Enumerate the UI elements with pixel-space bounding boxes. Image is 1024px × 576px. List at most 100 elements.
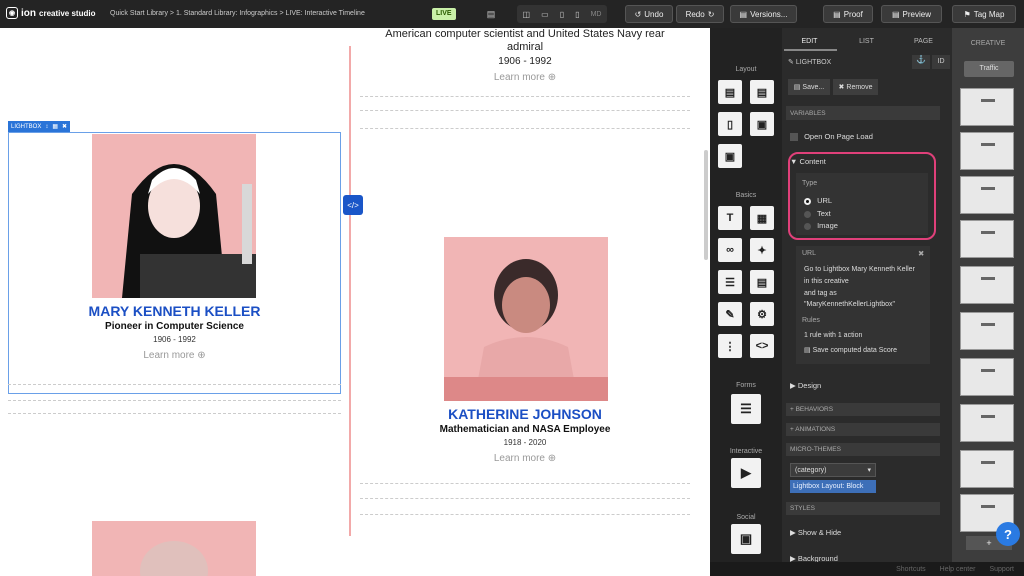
undo-icon: ↺ (634, 9, 642, 19)
rules-save-action[interactable]: ▤ Save computed data Score (804, 346, 897, 354)
redo-button[interactable]: Redo ↻ (676, 5, 724, 23)
code-icon[interactable]: <> (750, 334, 774, 358)
video-play-icon[interactable]: ▶ (731, 458, 761, 488)
microtheme-tag[interactable]: Lightbox Layout: Block (790, 480, 876, 493)
page-thumbnail[interactable] (960, 176, 1014, 214)
settings-icon[interactable]: ▦ (52, 123, 58, 130)
show-hide-label: Show & Hide (797, 528, 842, 537)
open-on-load-checkbox[interactable]: Open On Page Load (790, 132, 873, 142)
preview-icon: ▤ (891, 9, 900, 19)
phone-icon[interactable]: ▯ (575, 10, 579, 19)
creative-tab[interactable]: CREATIVE (952, 40, 1024, 47)
app-logo[interactable]: ◉ ion creative studio (6, 7, 95, 19)
editor-canvas[interactable]: American computer scientist and United S… (0, 28, 700, 576)
page-thumbnail[interactable] (960, 312, 1014, 350)
trash-icon[interactable]: ✖ (62, 123, 67, 130)
active-tab-indicator (784, 49, 837, 51)
design-section-toggle[interactable]: ▶ Design (790, 381, 821, 390)
behaviors-section-header[interactable]: + BEHAVIORS (786, 403, 940, 416)
move-icon[interactable]: ↕ (45, 124, 48, 130)
editor-side-panel: Layout ▤ ▤ ▯ ▣ ▣ Basics T ▦ ∞ ✦ ☰ ▤ ✎ ⚙ … (710, 28, 1024, 576)
mary-keller-photo (92, 134, 256, 298)
drop-zone-divider (8, 384, 341, 385)
rows-layout-icon[interactable]: ▤ (750, 80, 774, 104)
lightbox-layout-icon[interactable]: ▣ (718, 144, 742, 168)
remove-button[interactable]: ✖ Remove (833, 79, 878, 95)
id-button[interactable]: ID (932, 55, 950, 69)
styles-section-header[interactable]: STYLES (786, 502, 940, 515)
code-toggle-button[interactable]: </> (343, 195, 363, 215)
tablet-icon[interactable]: ▯ (560, 10, 564, 19)
katherine-johnson-learn-more[interactable]: Learn more ⊕ (360, 453, 690, 464)
canvas-scrollbar[interactable] (704, 150, 708, 260)
traffic-button[interactable]: Traffic (964, 61, 1014, 77)
link-icon[interactable]: ∞ (718, 238, 742, 262)
page-settings-icon[interactable]: ▤ (483, 6, 499, 22)
social-chat-icon[interactable]: ▣ (731, 524, 761, 554)
category-select[interactable]: (category) ▾ (790, 463, 876, 477)
top-entry-learn-more[interactable]: Learn more ⊕ (360, 72, 690, 83)
pencil-icon: ✎ (788, 59, 794, 66)
divider-icon[interactable]: ▤ (750, 270, 774, 294)
animations-section-header[interactable]: + ANIMATIONS (786, 423, 940, 436)
widget-settings-icon[interactable]: ⚙ (750, 302, 774, 326)
columns-layout-icon[interactable]: ▯ (718, 112, 742, 136)
breadcrumb[interactable]: Quick Start Library > 1. Standard Librar… (110, 10, 365, 17)
versions-button[interactable]: ▤ Versions... (730, 5, 797, 23)
support-link[interactable]: Support (989, 566, 1014, 573)
microthemes-section-header[interactable]: MICRO-THEMES (786, 443, 940, 456)
top-entry-text: American computer scientist and United S… (360, 28, 690, 83)
page-thumbnail[interactable] (960, 132, 1014, 170)
list-icon[interactable]: ☰ (718, 270, 742, 294)
lightbox-element-tag[interactable]: LIGHTBOX ↕ ▦ ✖ (8, 121, 71, 132)
placeholder-icon[interactable]: ⋮ (718, 334, 742, 358)
embed-icon[interactable]: ✎ (718, 302, 742, 326)
page-thumbnail[interactable] (960, 358, 1014, 396)
image-icon[interactable]: ▦ (750, 206, 774, 230)
anchor-icon[interactable]: ⚓ (912, 55, 930, 69)
rules-save-label: Save computed data Score (812, 347, 898, 354)
text-icon[interactable]: T (718, 206, 742, 230)
page-layout-icon[interactable]: ▤ (718, 80, 742, 104)
container-layout-icon[interactable]: ▣ (750, 112, 774, 136)
drop-zone-divider (360, 498, 690, 499)
element-toolbox: Layout ▤ ▤ ▯ ▣ ▣ Basics T ▦ ∞ ✦ ☰ ▤ ✎ ⚙ … (710, 28, 782, 576)
lightbox-tag-label: LIGHTBOX (11, 123, 42, 130)
mary-keller-learn-more[interactable]: Learn more ⊕ (8, 350, 341, 361)
page-thumbnail[interactable] (960, 404, 1014, 442)
top-entry-desc-line2: admiral (506, 41, 544, 53)
preview-button[interactable]: ▤ Preview (881, 5, 942, 23)
undo-button[interactable]: ↺ Undo (625, 5, 673, 23)
page-thumbnail[interactable] (960, 266, 1014, 304)
desktop-icon[interactable]: ◫ (523, 10, 531, 19)
save-button[interactable]: ▤ Save... (788, 79, 830, 95)
tab-page[interactable]: PAGE (896, 38, 951, 45)
show-hide-toggle[interactable]: ▶ Show & Hide (790, 528, 841, 537)
rules-desc[interactable]: 1 rule with 1 action (804, 332, 862, 339)
help-center-link[interactable]: Help center (940, 566, 976, 573)
page-thumbnail[interactable] (960, 220, 1014, 258)
portrait-illustration (444, 237, 608, 401)
tag-map-button[interactable]: ⚑ Tag Map (952, 5, 1016, 23)
url-desc-line3: and tag as (804, 290, 837, 297)
tab-list[interactable]: LIST (839, 38, 894, 45)
form-icon[interactable]: ☰ (731, 394, 761, 424)
tab-edit[interactable]: EDIT (782, 38, 837, 45)
proof-button[interactable]: ▤ Proof (823, 5, 873, 23)
drop-zone-divider (360, 110, 690, 111)
device-size-label[interactable]: MD (591, 11, 602, 18)
page-thumbnail[interactable] (960, 450, 1014, 488)
element-title: ✎ LIGHTBOX (788, 58, 831, 66)
mary-keller-name: MARY KENNETH KELLER (88, 303, 261, 319)
laptop-icon[interactable]: ▭ (541, 10, 549, 19)
top-entry-desc-line1: American computer scientist and United S… (385, 28, 665, 40)
help-button[interactable]: ? (996, 522, 1020, 546)
shortcuts-link[interactable]: Shortcuts (896, 566, 926, 573)
variables-section-header[interactable]: VARIABLES (786, 106, 940, 120)
button-icon[interactable]: ✦ (750, 238, 774, 262)
plus-circle-icon: ⊕ (197, 350, 206, 361)
page-thumbnail[interactable] (960, 88, 1014, 126)
trash-icon: ✖ (838, 84, 845, 91)
trash-icon[interactable]: ✖ (918, 249, 924, 258)
url-desc-line1[interactable]: Go to Lightbox Mary Kenneth Keller (804, 266, 915, 273)
